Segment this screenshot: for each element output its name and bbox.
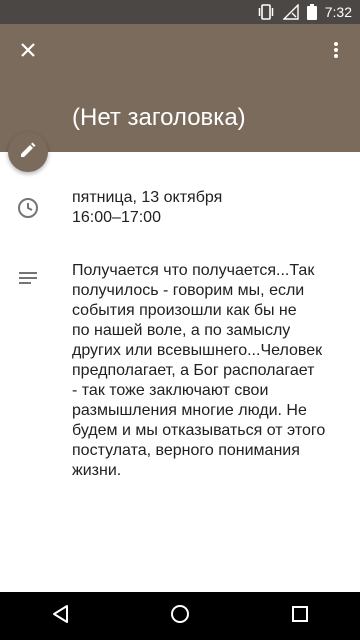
- navigation-bar: [0, 592, 360, 640]
- recents-icon: [291, 605, 309, 628]
- description-line: жизни.: [72, 462, 122, 479]
- description-line: будем и мы отказываться от этого: [72, 422, 326, 439]
- description-line: события произошли как бы не: [72, 302, 297, 319]
- home-icon: [170, 604, 190, 629]
- edit-button[interactable]: [8, 132, 48, 172]
- description-line: - так тоже заключают свои: [72, 382, 269, 399]
- description-line: других или всевышнего...Человек: [72, 342, 323, 359]
- back-icon: [51, 604, 69, 629]
- more-vert-icon: [333, 41, 339, 64]
- battery-icon: [306, 4, 317, 20]
- nav-back-button[interactable]: [36, 592, 84, 640]
- nav-home-button[interactable]: [156, 592, 204, 640]
- close-icon: [20, 42, 36, 63]
- clock-icon: [16, 196, 40, 220]
- description-line: предполагает, а Бог располагает: [72, 362, 315, 379]
- event-date: пятница, 13 октября: [72, 189, 223, 206]
- close-button[interactable]: [12, 36, 44, 68]
- description-line: размышления многие люди. Не: [72, 402, 307, 419]
- status-bar: 7:32: [0, 0, 360, 24]
- nav-recents-button[interactable]: [276, 592, 324, 640]
- no-signal-icon: [282, 4, 299, 20]
- status-time: 7:32: [324, 4, 352, 20]
- event-header: (Нет заголовка): [0, 24, 360, 152]
- description-line: по нашей воле, а по замыслу: [72, 322, 291, 339]
- event-details-screen: 7:32 (Нет заголовка) пятница, 13 октября…: [0, 0, 360, 640]
- edit-pencil-icon: [19, 141, 37, 164]
- notes-icon: [16, 266, 40, 290]
- description-line: Получается что получается...Так: [72, 262, 315, 279]
- event-time-block: пятница, 13 октября 16:00–17:00: [72, 188, 222, 228]
- event-title: (Нет заголовка): [72, 104, 246, 131]
- event-description: Получается что получается...Так получило…: [72, 261, 340, 481]
- description-line: постулата, верного понимания: [72, 442, 300, 459]
- event-time-range: 16:00–17:00: [72, 209, 161, 226]
- vibrate-icon: [257, 4, 275, 20]
- description-line: получилось - говорим мы, если: [72, 282, 305, 299]
- more-options-button[interactable]: [324, 36, 348, 68]
